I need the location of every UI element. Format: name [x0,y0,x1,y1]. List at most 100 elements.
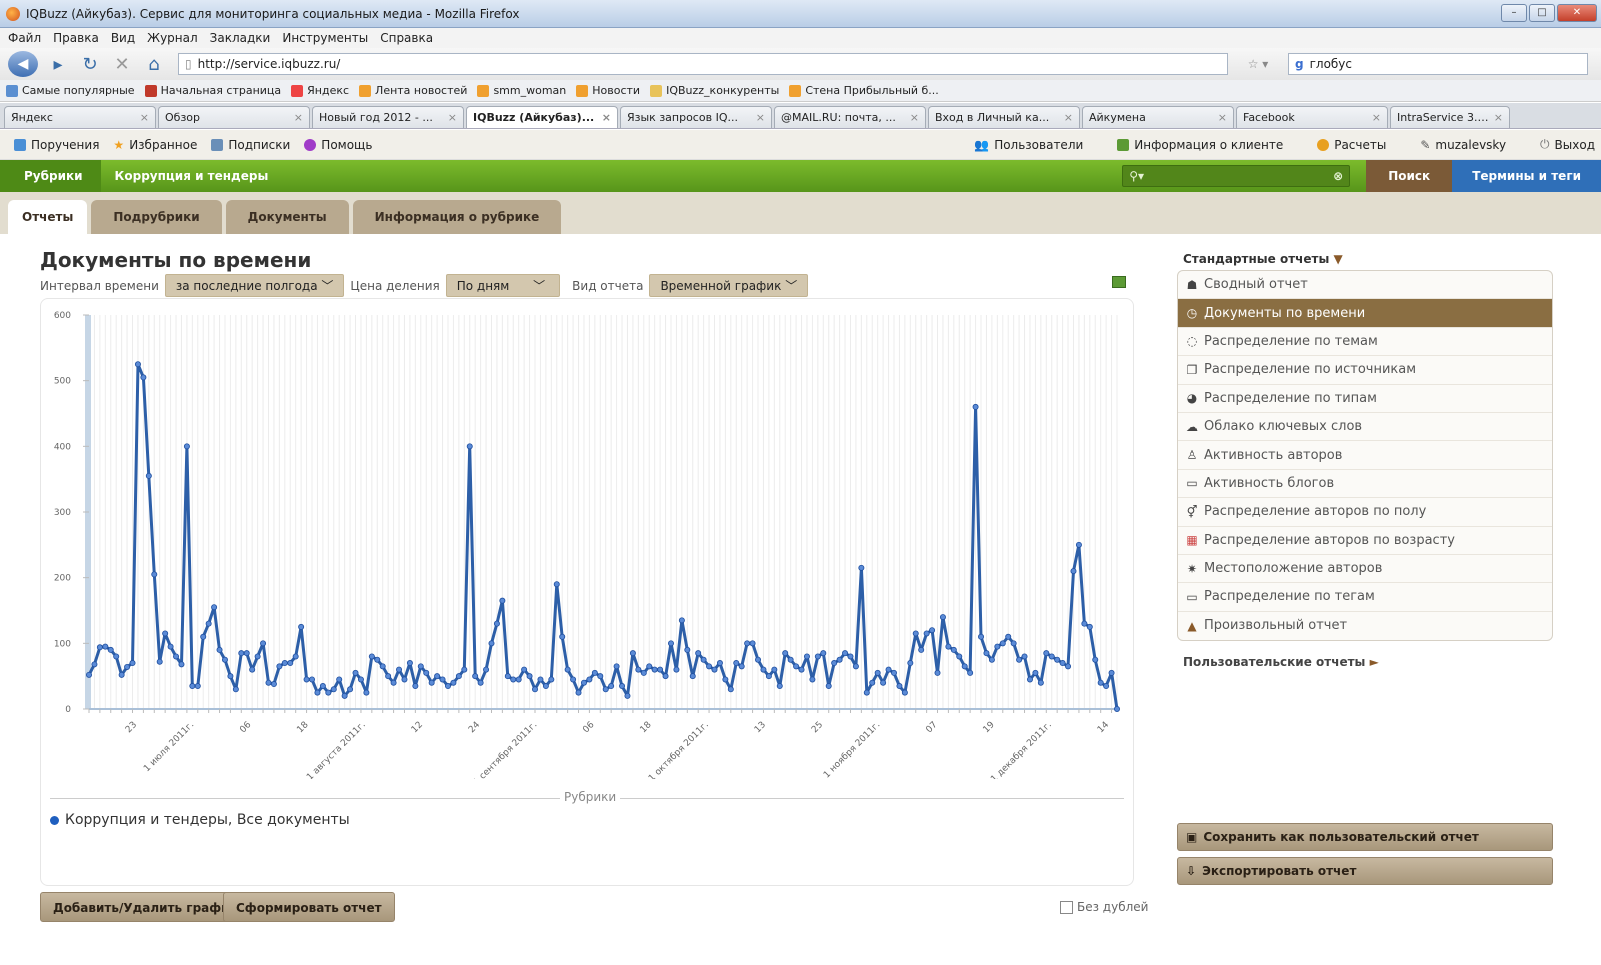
toolbar-item-user[interactable]: ✎ muzalevsky [1420,137,1506,152]
home-icon[interactable]: ⌂ [142,54,166,75]
clear-search-icon[interactable]: ⊗ [1333,169,1343,183]
browser-tab-active[interactable]: IQBuzz (Айкубаз)... × [466,106,618,128]
browser-tab[interactable]: @MAIL.RU: почта, ... × [774,106,926,128]
terms-tags-button[interactable]: Термины и теги [1452,160,1601,192]
browser-tab[interactable]: Новый год 2012 - ... × [312,106,464,128]
scale-select[interactable]: По дням ﹀ [445,274,561,297]
report-item-custom[interactable]: ▲ Произвольный отчет [1178,612,1552,640]
user-reports-header[interactable]: Пользовательские отчеты ► [1183,655,1553,669]
report-item-types[interactable]: ◕ Распределение по типам [1178,385,1552,413]
x-tick-label: 25 [810,720,825,735]
tab-documents[interactable]: Документы [225,200,349,234]
menu-edit[interactable]: Правка [53,31,99,45]
tab-close-icon[interactable]: × [1064,111,1073,124]
data-point [303,676,310,683]
export-report-button[interactable]: ⇩ Экспортировать отчет [1177,857,1553,885]
y-tick-label: 400 [54,442,71,452]
stop-icon[interactable]: ✕ [110,54,134,75]
report-item-location[interactable]: ✷ Местоположение авторов [1178,555,1552,584]
bookmark-item[interactable]: Стена Прибыльный б... [789,84,939,97]
browser-search-box[interactable]: g глобус [1288,53,1588,75]
tab-close-icon[interactable]: × [1218,111,1227,124]
tab-close-icon[interactable]: × [602,111,611,124]
back-button[interactable]: ◀ [8,51,38,77]
tab-reports[interactable]: Отчеты [8,200,88,234]
browser-tab[interactable]: Facebook × [1236,106,1388,128]
data-point [972,403,979,410]
tab-close-icon[interactable]: × [448,111,457,124]
report-item-topics[interactable]: ◌ Распределение по темам [1178,328,1552,357]
bookmark-item[interactable]: Яндекс [291,84,349,97]
toolbar-item-payments[interactable]: Расчеты [1317,137,1386,152]
menu-help[interactable]: Справка [380,31,433,45]
bookmark-item[interactable]: Лента новостей [359,84,467,97]
rubric-search-input[interactable]: ⚲▾ ⊗ [1122,165,1351,187]
toolbar-item-users[interactable]: 👥 Пользователи [974,137,1083,152]
rubrics-button[interactable]: Рубрики [0,160,101,192]
browser-tab[interactable]: IntraService 3.40 × [1390,106,1510,128]
menu-history[interactable]: Журнал [147,31,198,45]
toolbar-item-logout[interactable]: ⏻ Выход [1540,137,1595,152]
minimize-icon[interactable]: – [1501,4,1527,22]
browser-tab[interactable]: Яндекс × [4,106,156,128]
report-item-sources[interactable]: ❐ Распределение по источникам [1178,356,1552,385]
close-icon[interactable]: ✕ [1557,4,1597,22]
toolbar-item-assignments[interactable]: Поручения [14,138,99,152]
bookmark-item[interactable]: Новости [576,84,640,97]
browser-tab[interactable]: Вход в Личный ка... × [928,106,1080,128]
search-button[interactable]: Поиск [1366,160,1453,192]
report-item-docs-by-time[interactable]: ◷ Документы по времени [1178,299,1552,328]
toolbar-item-favorites[interactable]: ★ Избранное [113,138,197,152]
menu-view[interactable]: Вид [111,31,135,45]
bookmark-item[interactable]: IQBuzz_конкуренты [650,84,779,97]
bookmark-item[interactable]: smm_woman [477,84,566,97]
window-titlebar: IQBuzz (Айкубаз). Сервис для мониторинга… [0,0,1601,28]
no-duplicates-toggle[interactable]: Без дублей [1060,900,1148,914]
rubric-bar: Рубрики Коррупция и тендеры ⚲▾ ⊗ Поиск Т… [0,160,1601,192]
tab-close-icon[interactable]: × [910,111,919,124]
generate-report-button[interactable]: Сформировать отчет [223,892,395,922]
tab-rubric-info[interactable]: Информация о рубрике [352,200,562,234]
x-tick-label: 06 [238,720,253,735]
bookmark-item[interactable]: Начальная страница [144,84,281,97]
tab-close-icon[interactable]: × [140,111,149,124]
add-remove-graph-button[interactable]: Добавить/Удалить график [40,892,251,922]
url-bar[interactable]: ▯ http://service.iqbuzz.ru/ [178,53,1228,75]
data-point [542,683,549,690]
data-point [1016,656,1023,663]
report-item-age[interactable]: ▦ Распределение авторов по возрасту [1178,527,1552,555]
browser-tab[interactable]: Айкумена × [1082,106,1234,128]
menu-file[interactable]: Файл [8,31,41,45]
report-item-keyword-cloud[interactable]: ☁ Облако ключевых слов [1178,413,1552,442]
tab-close-icon[interactable]: × [294,111,303,124]
report-item-author-activity[interactable]: ♙ Активность авторов [1178,441,1552,470]
chart-legend[interactable]: Коррупция и тендеры, Все документы [50,812,350,828]
maximize-icon[interactable]: □ [1529,4,1555,22]
view-select[interactable]: Временной график ﹀ [649,274,809,297]
menu-bookmarks[interactable]: Закладки [210,31,271,45]
interval-select[interactable]: за последние полгода ﹀ [164,274,345,297]
report-item-gender[interactable]: ⚥ Распределение авторов по полу [1178,498,1552,527]
forward-icon[interactable]: ▸ [46,54,70,75]
toolbar-item-help[interactable]: Помощь [304,138,372,152]
browser-tab[interactable]: Обзор × [158,106,310,128]
toolbar-item-client-info[interactable]: Информация о клиенте [1117,137,1283,152]
save-user-report-button[interactable]: ▣ Сохранить как пользовательский отчет [1177,823,1553,851]
menu-tools[interactable]: Инструменты [282,31,368,45]
report-item-tags[interactable]: ▭ Распределение по тегам [1178,583,1552,612]
standard-reports-header[interactable]: Стандартные отчеты ▼ [1183,252,1553,266]
report-item-summary[interactable]: ☗ Сводный отчет [1178,271,1552,300]
bookmark-item[interactable]: Самые популярные [6,84,135,97]
data-point [1103,683,1110,690]
no-duplicates-checkbox[interactable] [1060,900,1073,914]
image-export-icon[interactable] [1112,276,1126,288]
toolbar-item-subscriptions[interactable]: Подписки [211,138,290,152]
report-item-blog-activity[interactable]: ▭ Активность блогов [1178,470,1552,499]
tab-close-icon[interactable]: × [1494,111,1503,124]
tab-close-icon[interactable]: × [756,111,765,124]
tab-close-icon[interactable]: × [1372,111,1381,124]
browser-tab[interactable]: Язык запросов IQ... × [620,106,772,128]
tab-subrubrics[interactable]: Подрубрики [91,200,222,234]
bookmark-star-icon[interactable]: ☆ ▾ [1236,57,1280,71]
reload-icon[interactable]: ↻ [78,54,102,75]
